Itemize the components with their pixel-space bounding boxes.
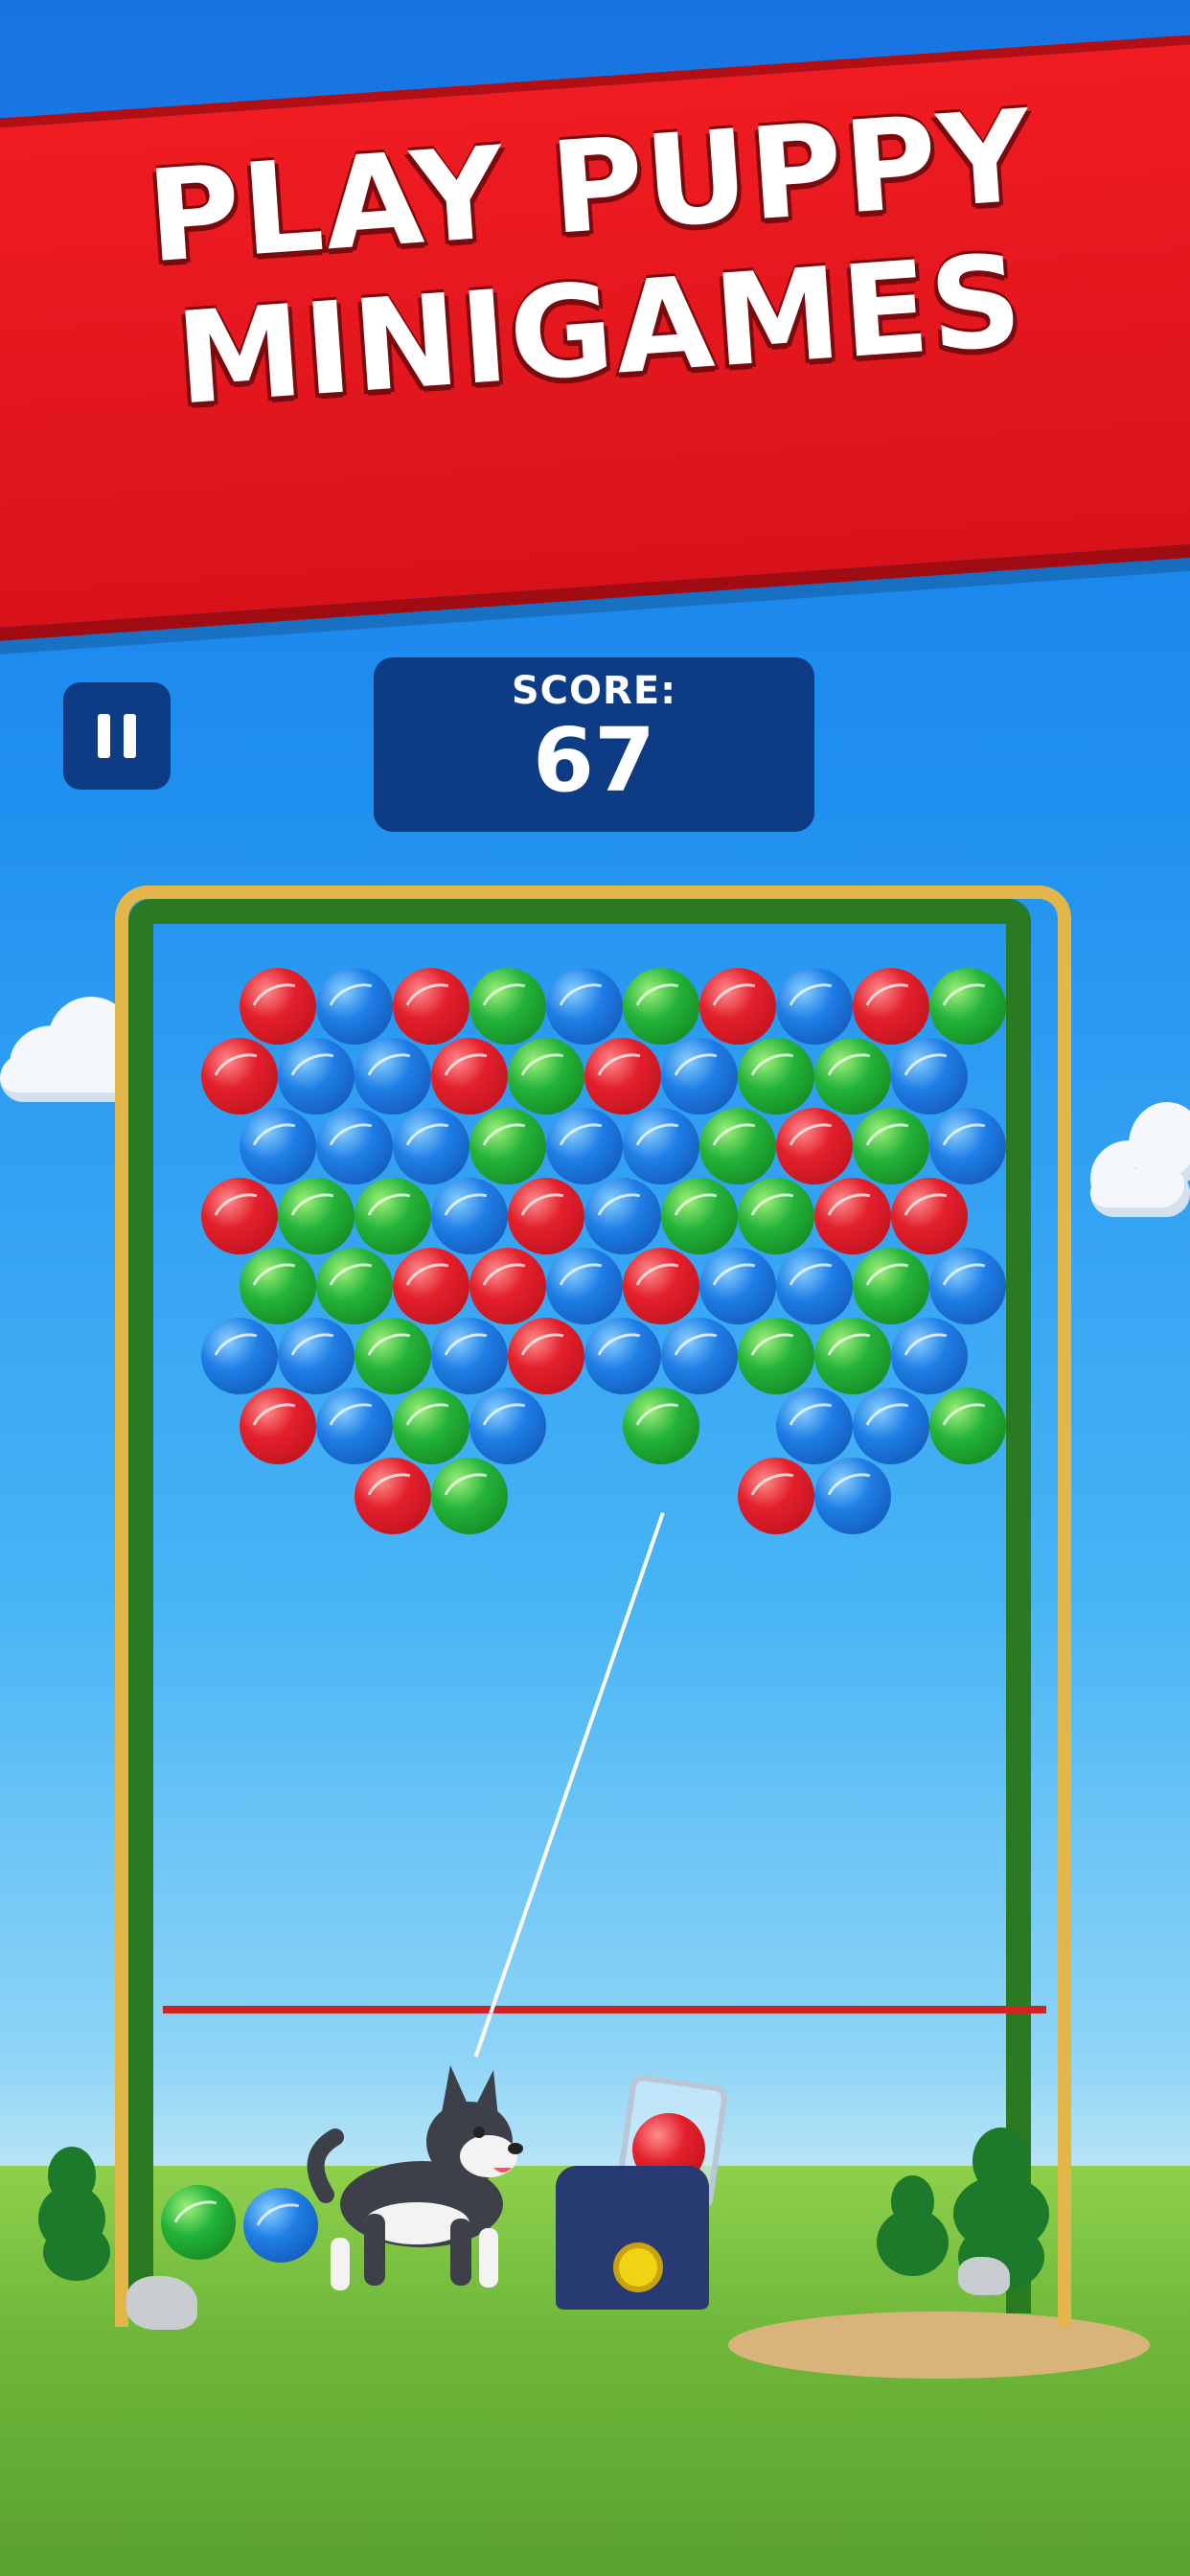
bubble-blue: [661, 1038, 738, 1115]
bubble-red: [776, 1108, 853, 1184]
bubble-green: [814, 1318, 891, 1394]
bubble-blue: [699, 1248, 776, 1324]
bubble-blue: [431, 1178, 508, 1254]
bubble-green: [431, 1458, 508, 1534]
bubble-green: [853, 1108, 929, 1184]
bubble-blue: [776, 1248, 853, 1324]
bubble-red: [355, 1458, 431, 1534]
bubble-red: [469, 1248, 546, 1324]
bubble-red: [431, 1038, 508, 1115]
bubble-green: [469, 968, 546, 1045]
tree-left: [38, 2147, 115, 2281]
bubble-blue: [240, 1108, 316, 1184]
bubble-blue: [929, 1248, 1006, 1324]
bubble-red: [240, 1388, 316, 1464]
bubble-green: [393, 1388, 469, 1464]
bubble-blue: [929, 1108, 1006, 1184]
bubble-red: [699, 968, 776, 1045]
tree-right-small: [877, 2175, 953, 2290]
bubble-blue: [278, 1038, 355, 1115]
bubble-blue: [776, 1388, 853, 1464]
bubble-blue: [891, 1038, 968, 1115]
bubble-green: [738, 1038, 814, 1115]
bubble-blue: [661, 1318, 738, 1394]
ground-ball-green: [161, 2185, 236, 2260]
bubble-green: [738, 1318, 814, 1394]
rock-right: [958, 2257, 1010, 2295]
pause-icon: [91, 714, 143, 758]
bubble-red: [508, 1318, 584, 1394]
bubble-blue: [469, 1388, 546, 1464]
bubble-blue: [623, 1108, 699, 1184]
bubble-blue: [546, 1108, 623, 1184]
bubble-red: [393, 1248, 469, 1324]
bubble-blue: [201, 1318, 278, 1394]
bubble-blue: [584, 1178, 661, 1254]
bubble-blue: [393, 1108, 469, 1184]
bubble-green: [814, 1038, 891, 1115]
bubble-blue: [546, 968, 623, 1045]
bubble-blue: [316, 1388, 393, 1464]
bubble-green: [623, 968, 699, 1045]
bubble-green: [355, 1318, 431, 1394]
bubble-blue: [776, 968, 853, 1045]
bubble-red: [508, 1178, 584, 1254]
bubble-green: [469, 1108, 546, 1184]
bubble-green: [508, 1038, 584, 1115]
bubble-blue: [278, 1318, 355, 1394]
bubble-green: [699, 1108, 776, 1184]
bubble-blue: [316, 968, 393, 1045]
bubble-green: [240, 1248, 316, 1324]
bubble-blue: [584, 1318, 661, 1394]
cannon-hub: [613, 2242, 663, 2292]
danger-line: [163, 2006, 1046, 2013]
husky-puppy: [307, 2065, 523, 2290]
bubble-blue: [891, 1318, 968, 1394]
bubble-red: [814, 1178, 891, 1254]
bubble-red: [240, 968, 316, 1045]
bubble-blue: [546, 1248, 623, 1324]
bubble-red: [623, 1248, 699, 1324]
bubble-red: [393, 968, 469, 1045]
bubble-green: [738, 1178, 814, 1254]
bubble-green: [623, 1388, 699, 1464]
rock-left: [126, 2276, 197, 2330]
score-label: SCORE:: [511, 669, 677, 713]
bubble-red: [853, 968, 929, 1045]
bubble-green: [316, 1248, 393, 1324]
bubble-blue: [355, 1038, 431, 1115]
bubble-blue: [431, 1318, 508, 1394]
bubble-green: [355, 1178, 431, 1254]
bubble-blue: [316, 1108, 393, 1184]
bubble-green: [278, 1178, 355, 1254]
bubble-red: [201, 1038, 278, 1115]
bubble-green: [929, 968, 1006, 1045]
bubble-blue: [853, 1388, 929, 1464]
bubble-red: [584, 1038, 661, 1115]
score-value: 67: [532, 709, 656, 812]
bubble-red: [891, 1178, 968, 1254]
score-panel: SCORE: 67: [374, 657, 814, 832]
bubble-green: [661, 1178, 738, 1254]
bubble-red: [738, 1458, 814, 1534]
pause-button[interactable]: [63, 682, 171, 790]
bubble-green: [853, 1248, 929, 1324]
cloud-right: [1090, 1092, 1190, 1236]
bubble-red: [201, 1178, 278, 1254]
bubble-green: [929, 1388, 1006, 1464]
bubble-blue: [814, 1458, 891, 1534]
